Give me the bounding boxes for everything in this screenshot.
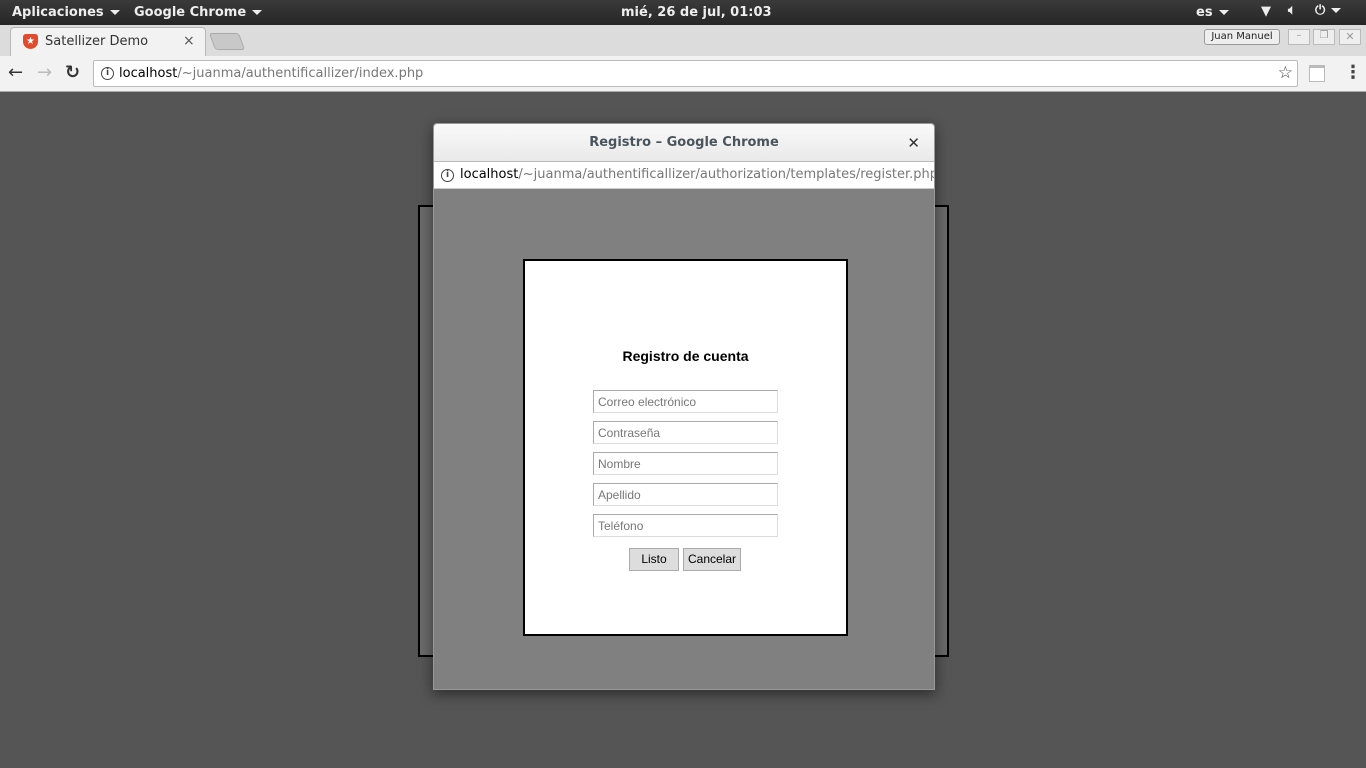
- profile-button[interactable]: Juan Manuel: [1204, 29, 1280, 45]
- restore-button[interactable]: ❐: [1313, 29, 1335, 45]
- extension-icon[interactable]: [1309, 65, 1325, 82]
- forward-icon[interactable]: →: [37, 62, 52, 83]
- phone-field[interactable]: Teléfono: [593, 514, 778, 537]
- bookmark-star-icon[interactable]: ☆: [1278, 63, 1293, 83]
- tab-satellizer-demo[interactable]: ★ Satellizer Demo ×: [10, 27, 206, 57]
- dropdown-icon: [1331, 8, 1342, 13]
- clock[interactable]: mié, 26 de jul, 01:03: [621, 5, 772, 20]
- back-icon[interactable]: ←: [8, 62, 23, 83]
- minimize-button[interactable]: –: [1288, 29, 1310, 45]
- tab-title: Satellizer Demo: [45, 34, 149, 49]
- popup-url-path: /~juanma/authentificallizer/authorizatio…: [518, 167, 935, 182]
- dropdown-icon: [252, 10, 263, 15]
- favicon-icon: ★: [23, 34, 38, 49]
- new-tab-button[interactable]: [208, 33, 246, 50]
- last-name-field[interactable]: Apellido: [593, 483, 778, 506]
- volume-icon[interactable]: 🔈︎: [1288, 3, 1296, 18]
- language-menu[interactable]: es: [1196, 5, 1229, 20]
- register-form: Registro de cuenta Correo electrónico Co…: [523, 259, 848, 636]
- applications-label: Aplicaciones: [12, 5, 104, 20]
- applications-menu[interactable]: Aplicaciones: [12, 5, 120, 20]
- popup-url-bar: i localhost/~juanma/authentificallizer/a…: [434, 162, 934, 189]
- dropdown-icon: [109, 10, 120, 15]
- form-heading: Registro de cuenta: [622, 348, 749, 364]
- popup-close-icon[interactable]: ✕: [907, 124, 920, 162]
- email-field[interactable]: Correo electrónico: [593, 390, 778, 413]
- popup-url-host: localhost: [460, 167, 519, 182]
- popup-titlebar: Registro – Google Chrome ✕: [434, 124, 934, 162]
- url-host: localhost: [119, 66, 178, 81]
- first-name-field[interactable]: Nombre: [593, 452, 778, 475]
- power-icon[interactable]: ⏻: [1315, 3, 1342, 18]
- menu-icon[interactable]: ⋮: [1344, 62, 1362, 83]
- reload-icon[interactable]: ↻: [65, 62, 80, 83]
- popup-window: Registro – Google Chrome ✕ i localhost/~…: [433, 123, 935, 690]
- info-icon[interactable]: i: [441, 169, 454, 182]
- address-bar[interactable]: i localhost/~juanma/authentificallizer/i…: [93, 60, 1298, 87]
- url-path: /~juanma/authentificallizer/index.php: [177, 66, 424, 81]
- wifi-icon[interactable]: ▼: [1261, 4, 1271, 19]
- info-icon[interactable]: i: [101, 67, 114, 80]
- tab-close-icon[interactable]: ×: [183, 33, 195, 49]
- password-field[interactable]: Contraseña: [593, 421, 778, 444]
- language-label: es: [1196, 5, 1213, 20]
- app-menu-label: Google Chrome: [134, 5, 247, 20]
- cancel-button[interactable]: Cancelar: [683, 548, 741, 571]
- app-menu[interactable]: Google Chrome: [134, 5, 263, 20]
- close-window-button[interactable]: ✕: [1339, 29, 1361, 45]
- system-top-bar: Aplicaciones Google Chrome mié, 26 de ju…: [0, 0, 1366, 25]
- popup-title: Registro – Google Chrome: [589, 135, 779, 150]
- submit-button[interactable]: Listo: [629, 548, 679, 571]
- dropdown-icon: [1218, 10, 1229, 15]
